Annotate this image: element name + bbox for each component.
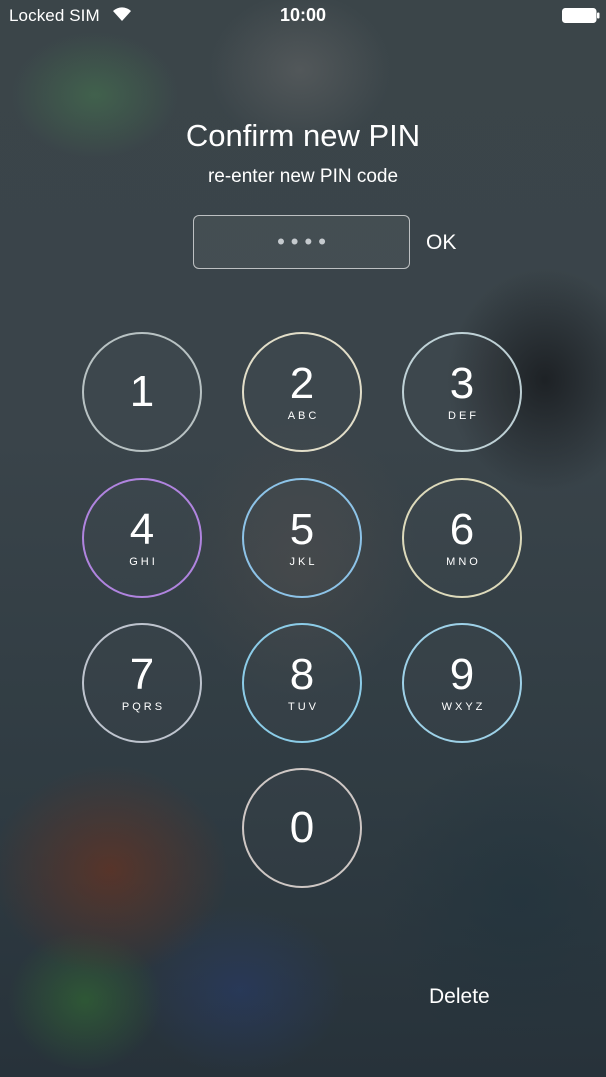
keypad-key-9[interactable]: 9 WXYZ <box>402 623 522 743</box>
key-digit: 8 <box>289 650 315 699</box>
key-letters: JKL <box>289 556 318 568</box>
key-digit: 9 <box>449 650 475 699</box>
key-digit: 7 <box>129 650 155 699</box>
ok-button[interactable]: OK <box>426 231 456 255</box>
key-digit: 4 <box>129 505 155 554</box>
delete-button[interactable]: Delete <box>429 985 490 1009</box>
key-letters: DEF <box>448 410 479 422</box>
key-digit: 3 <box>449 359 475 408</box>
key-digit: 5 <box>289 505 315 554</box>
keypad-key-2[interactable]: 2 ABC <box>242 332 362 452</box>
key-digit: 0 <box>289 803 315 852</box>
key-letters: MNO <box>446 556 481 568</box>
clock: 10:00 <box>279 5 327 25</box>
keypad-key-0[interactable]: 0 <box>242 768 362 888</box>
key-letters: WXYZ <box>441 701 486 713</box>
status-bar: Locked SIM 10:00 <box>0 0 606 32</box>
key-letters: GHI <box>129 556 158 568</box>
key-letters: PQRS <box>121 701 166 713</box>
keypad-key-3[interactable]: 3 DEF <box>402 332 522 452</box>
key-digit: 2 <box>289 359 315 408</box>
keypad-key-8[interactable]: 8 TUV <box>242 623 362 743</box>
battery-icon <box>562 8 600 23</box>
pin-masked-value: •••• <box>277 229 332 254</box>
key-letters: ABC <box>287 410 320 422</box>
keypad-key-6[interactable]: 6 MNO <box>402 478 522 598</box>
key-letters: TUV <box>288 701 319 713</box>
page-title: Confirm new PIN <box>185 118 421 153</box>
keypad-key-5[interactable]: 5 JKL <box>242 478 362 598</box>
key-digit: 6 <box>449 505 475 554</box>
key-digit: 1 <box>129 367 155 416</box>
page-subtitle: re-enter new PIN code <box>207 166 399 187</box>
keypad-key-7[interactable]: 7 PQRS <box>82 623 202 743</box>
pin-input[interactable]: •••• <box>193 215 410 269</box>
keypad-key-4[interactable]: 4 GHI <box>82 478 202 598</box>
keypad-key-1[interactable]: 1 <box>82 332 202 452</box>
